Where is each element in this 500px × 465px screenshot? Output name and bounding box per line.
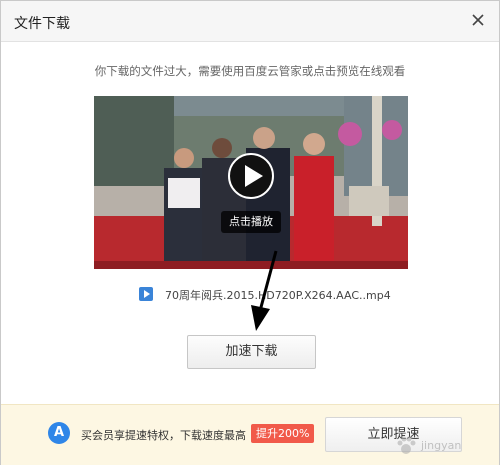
- promo-text: 买会员享提速特权，下载速度最高: [81, 429, 246, 442]
- size-notice: 你下载的文件过大，需要使用百度云管家或点击预览在线观看: [94, 64, 406, 78]
- close-icon[interactable]: [469, 11, 487, 29]
- play-icon[interactable]: [228, 153, 274, 199]
- video-file-icon: [139, 287, 153, 301]
- play-label[interactable]: 点击播放: [221, 211, 281, 233]
- vip-promo-bar: A 买会员享提速特权，下载速度最高 提升200% 立即提速 jingyan: [1, 404, 499, 465]
- dialog-title: 文件下载: [14, 16, 70, 32]
- watermark: jingyan: [395, 435, 491, 459]
- watermark-text: jingyan: [421, 439, 462, 452]
- arrow-annotation: [251, 250, 278, 331]
- vip-logo-icon: A: [48, 422, 70, 444]
- file-download-dialog: 文件下载 你下载的文件过大，需要使用百度云管家或点击预览在线观看 点击播放 70…: [0, 0, 500, 465]
- boost-badge: 提升200%: [251, 424, 315, 443]
- dialog-titlebar: 文件下载: [1, 1, 499, 42]
- baidu-paw-icon: [397, 436, 416, 454]
- accelerated-download-button[interactable]: 加速下载: [187, 335, 316, 369]
